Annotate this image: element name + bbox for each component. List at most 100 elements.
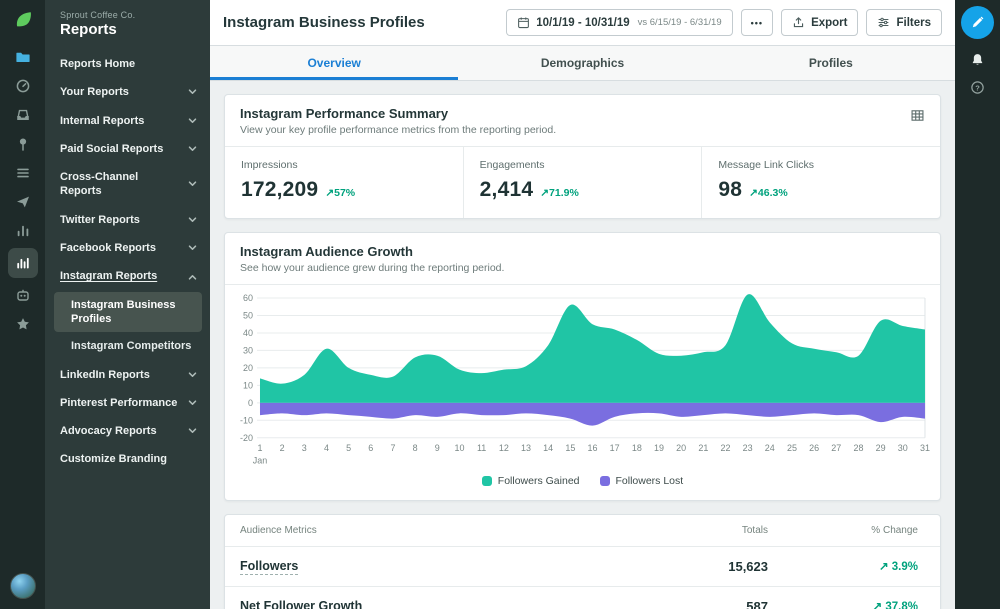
svg-text:3: 3 [302, 443, 307, 453]
list-icon[interactable] [8, 159, 38, 187]
audience-growth-title: Instagram Audience Growth [240, 244, 925, 259]
pulse-icon[interactable] [8, 217, 38, 245]
followers-gained-swatch [482, 476, 492, 486]
audience-growth-chart[interactable]: 6050403020100-10-20123456789101112131415… [233, 293, 932, 469]
col-percent-change: % Change [768, 525, 918, 536]
filters-button[interactable]: Filters [866, 9, 942, 36]
user-avatar[interactable] [10, 573, 36, 599]
up-arrow-icon: ↗ [749, 187, 758, 199]
table-view-icon[interactable] [910, 106, 925, 128]
sidebar-item-paid-social-reports[interactable]: Paid Social Reports [45, 135, 210, 163]
compose-button[interactable] [961, 6, 994, 39]
svg-text:11: 11 [477, 443, 486, 453]
calendar-icon [517, 16, 530, 29]
sidebar-item-pinterest-performance[interactable]: Pinterest Performance [45, 389, 210, 417]
sidebar-item-advocacy-reports[interactable]: Advocacy Reports [45, 417, 210, 445]
sidebar-item-customize-branding[interactable]: Customize Branding [45, 445, 210, 473]
sidebar-item-instagram-reports[interactable]: Instagram Reports [45, 262, 210, 290]
tab-profiles[interactable]: Profiles [707, 46, 955, 80]
svg-text:28: 28 [853, 443, 863, 453]
metrics-row: Impressions 172,209 ↗57% Engagements 2,4… [225, 147, 940, 218]
pin-icon[interactable] [8, 130, 38, 158]
metric-label: Message Link Clicks [718, 159, 924, 171]
svg-text:60: 60 [243, 293, 253, 303]
row-metric-label[interactable]: Followers [240, 559, 298, 575]
main-area: Instagram Business Profiles 10/1/19 - 10… [210, 0, 955, 609]
date-range-picker[interactable]: 10/1/19 - 10/31/19 vs 6/15/19 - 6/31/19 [506, 9, 732, 36]
bot-icon[interactable] [8, 281, 38, 309]
icon-rail-items [8, 43, 38, 338]
gauge-icon[interactable] [8, 72, 38, 100]
up-arrow-icon: ↗ [540, 187, 549, 199]
sidebar-item-your-reports[interactable]: Your Reports [45, 78, 210, 106]
svg-text:2: 2 [280, 443, 285, 453]
metric-engagements: Engagements 2,414 ↗71.9% [464, 147, 703, 218]
table-row-followers[interactable]: Followers 15,623 ↗ 3.9% [225, 546, 940, 586]
sidebar-title: Reports [45, 20, 210, 50]
inbox-icon[interactable] [8, 101, 38, 129]
row-total: 15,623 [568, 559, 768, 574]
app: Sprout Coffee Co. Reports Reports HomeYo… [0, 0, 1000, 609]
row-metric-label[interactable]: Net Follower Growth [240, 599, 362, 609]
row-change: ↗ 37.8% [768, 599, 918, 609]
sidebar-item-instagram-business-profiles[interactable]: Instagram Business Profiles [54, 292, 202, 333]
svg-text:13: 13 [521, 443, 531, 453]
svg-text:20: 20 [243, 363, 253, 373]
sidebar-item-facebook-reports[interactable]: Facebook Reports [45, 234, 210, 262]
followers-lost-swatch [600, 476, 610, 486]
audience-growth-header: Instagram Audience Growth See how your a… [225, 233, 940, 285]
sidebar-item-linkedin-reports[interactable]: LinkedIn Reports [45, 361, 210, 389]
filters-icon [877, 16, 890, 29]
svg-text:10: 10 [454, 443, 464, 453]
svg-text:24: 24 [765, 443, 775, 453]
table-row-net-follower-growth[interactable]: Net Follower Growth 587 ↗ 37.8% [225, 586, 940, 609]
svg-text:19: 19 [654, 443, 664, 453]
help-icon[interactable]: ? [970, 80, 985, 95]
metric-value: 2,414 [480, 178, 534, 202]
row-change: ↗ 3.9% [768, 559, 918, 573]
svg-text:?: ? [975, 83, 980, 92]
performance-summary-card: Instagram Performance Summary View your … [224, 94, 941, 219]
svg-text:9: 9 [435, 443, 440, 453]
sprout-logo-icon[interactable] [12, 9, 34, 31]
notifications-bell-icon[interactable] [970, 52, 985, 67]
audience-metrics-card: Audience Metrics Totals % Change Followe… [224, 514, 941, 609]
svg-text:15: 15 [565, 443, 575, 453]
svg-text:10: 10 [243, 380, 253, 390]
svg-text:31: 31 [920, 443, 930, 453]
report-tabs: OverviewDemographicsProfiles [210, 46, 955, 81]
reports-icon[interactable] [8, 248, 38, 278]
sidebar-item-reports-home[interactable]: Reports Home [45, 50, 210, 78]
svg-text:30: 30 [243, 345, 253, 355]
svg-text:6: 6 [368, 443, 373, 453]
send-icon[interactable] [8, 188, 38, 216]
legend-followers-lost[interactable]: Followers Lost [600, 475, 684, 487]
page-title: Instagram Business Profiles [223, 14, 498, 31]
svg-text:29: 29 [876, 443, 886, 453]
legend-followers-gained[interactable]: Followers Gained [482, 475, 580, 487]
sidebar-item-internal-reports[interactable]: Internal Reports [45, 107, 210, 135]
svg-text:21: 21 [698, 443, 708, 453]
icon-rail [0, 0, 45, 609]
svg-text:12: 12 [499, 443, 509, 453]
svg-text:16: 16 [587, 443, 597, 453]
performance-summary-title: Instagram Performance Summary [240, 106, 910, 121]
svg-text:27: 27 [831, 443, 841, 453]
export-button[interactable]: Export [781, 9, 858, 36]
svg-text:30: 30 [898, 443, 908, 453]
metric-impressions: Impressions 172,209 ↗57% [225, 147, 464, 218]
sidebar-item-instagram-competitors[interactable]: Instagram Competitors [54, 333, 202, 359]
tab-demographics[interactable]: Demographics [458, 46, 706, 80]
more-actions-button[interactable]: ••• [741, 9, 773, 36]
svg-text:40: 40 [243, 328, 253, 338]
svg-text:25: 25 [787, 443, 797, 453]
tab-overview[interactable]: Overview [210, 46, 458, 80]
svg-text:8: 8 [413, 443, 418, 453]
folder-icon[interactable] [8, 43, 38, 71]
metric-value: 98 [718, 178, 742, 202]
star-icon[interactable] [8, 310, 38, 338]
sidebar-item-twitter-reports[interactable]: Twitter Reports [45, 206, 210, 234]
sidebar-item-cross-channel-reports[interactable]: Cross-Channel Reports [45, 163, 210, 206]
utility-rail: ? [955, 0, 1000, 609]
svg-text:Jan: Jan [253, 456, 267, 466]
